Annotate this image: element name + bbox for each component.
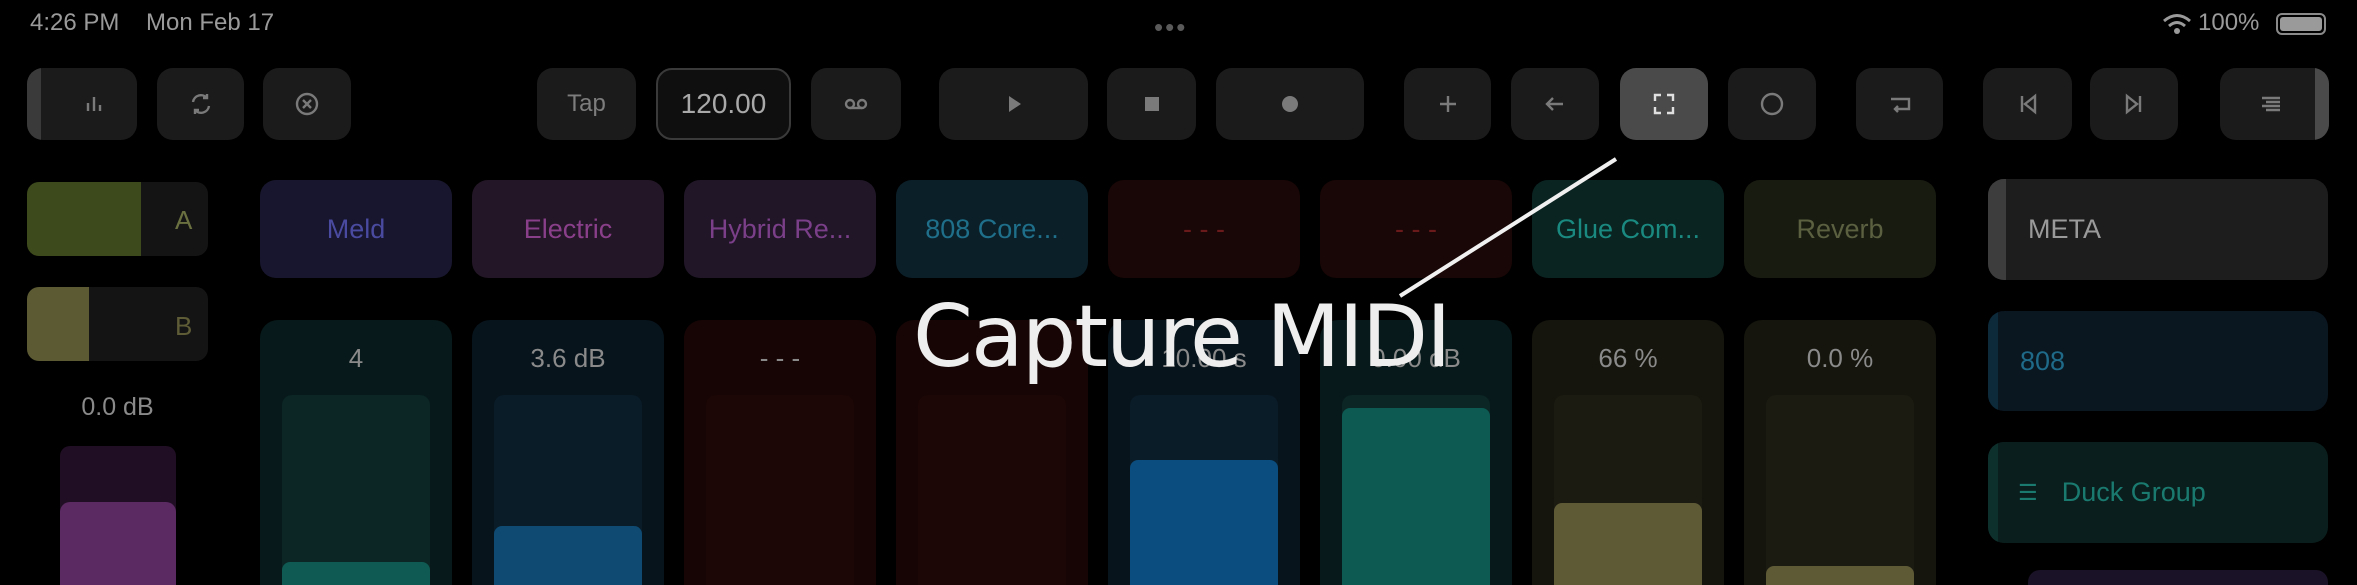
callout-label: Capture MIDI [913,287,1451,387]
